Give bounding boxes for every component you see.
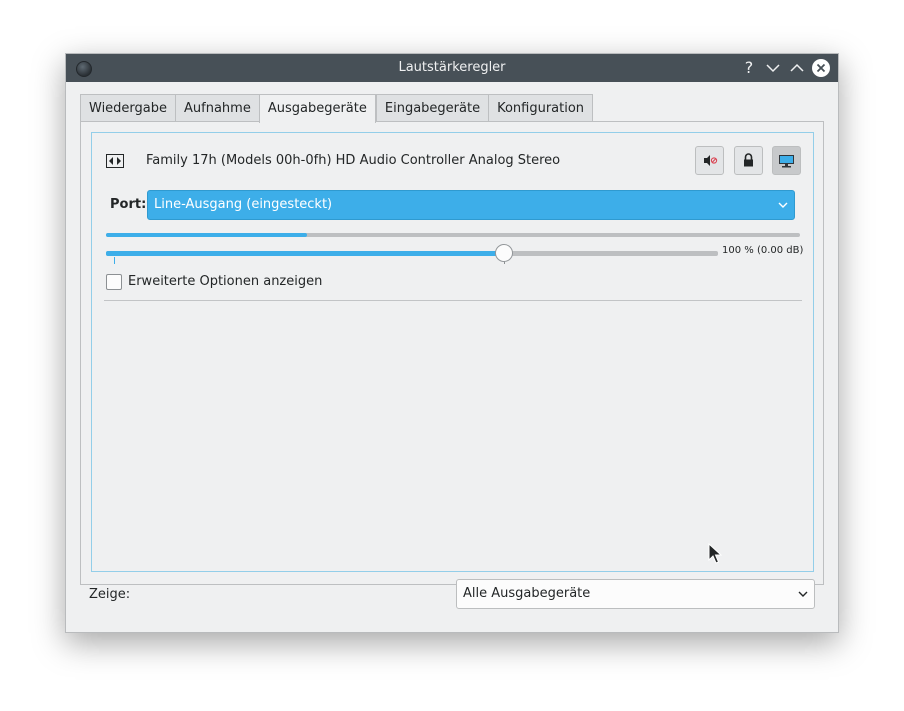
chevron-up-icon <box>790 63 804 72</box>
sound-card-icon <box>106 154 124 168</box>
tab-panel: Family 17h (Models 00h-0fh) HD Audio Con… <box>80 121 824 585</box>
slider-tick-min <box>114 257 115 264</box>
set-default-button[interactable] <box>772 146 801 175</box>
title-bar[interactable]: Lautstärkeregler ? <box>66 54 838 82</box>
peak-meter-fill <box>106 233 308 237</box>
tab-wiedergabe[interactable]: Wiedergabe <box>80 94 176 121</box>
help-button[interactable]: ? <box>740 59 758 77</box>
window-title: Lautstärkeregler <box>398 60 506 75</box>
close-icon <box>816 63 826 73</box>
device-filter-value: Alle Ausgabegeräte <box>463 586 591 601</box>
device-filter-select[interactable]: Alle Ausgabegeräte <box>456 579 815 609</box>
tab-eingabegeraete[interactable]: Eingabegeräte <box>375 94 489 121</box>
tab-bar: Wiedergabe Aufnahme Ausgabegeräte Eingab… <box>80 94 594 123</box>
tab-konfiguration[interactable]: Konfiguration <box>488 94 594 121</box>
speaker-muted-icon <box>704 155 718 166</box>
tab-aufnahme[interactable]: Aufnahme <box>175 94 259 121</box>
volume-slider-handle[interactable] <box>494 244 513 262</box>
chevron-down-icon <box>798 591 808 597</box>
advanced-options-label[interactable]: Erweiterte Optionen anzeigen <box>128 274 322 289</box>
chevron-down-icon <box>778 202 788 208</box>
minimize-button[interactable] <box>764 59 782 77</box>
mixer-window: Lautstärkeregler ? Wiedergabe Aufnahme A… <box>65 53 839 633</box>
lock-channels-button[interactable] <box>734 146 763 175</box>
device-name: Family 17h (Models 00h-0fh) HD Audio Con… <box>146 153 561 168</box>
volume-slider[interactable] <box>106 244 718 264</box>
lock-icon <box>744 153 753 167</box>
close-button[interactable] <box>812 59 830 77</box>
advanced-options-checkbox[interactable] <box>106 274 122 290</box>
mouse-pointer-icon <box>708 543 722 564</box>
port-select[interactable]: Line-Ausgang (eingesteckt) <box>147 190 795 220</box>
show-label: Zeige: <box>89 587 131 602</box>
volume-value: 100 % (0.00 dB) <box>722 245 804 256</box>
device-card: Family 17h (Models 00h-0fh) HD Audio Con… <box>91 132 814 572</box>
volume-slider-fill <box>106 251 504 256</box>
port-value: Line-Ausgang (eingesteckt) <box>154 197 333 212</box>
mute-button[interactable] <box>695 146 724 175</box>
peak-meter <box>106 233 800 237</box>
tab-ausgabegeraete[interactable]: Ausgabegeräte <box>258 94 376 123</box>
port-label: Port: <box>110 197 147 212</box>
monitor-icon <box>779 155 794 168</box>
chevron-down-icon <box>766 64 780 73</box>
separator <box>104 300 802 301</box>
maximize-button[interactable] <box>788 59 806 77</box>
